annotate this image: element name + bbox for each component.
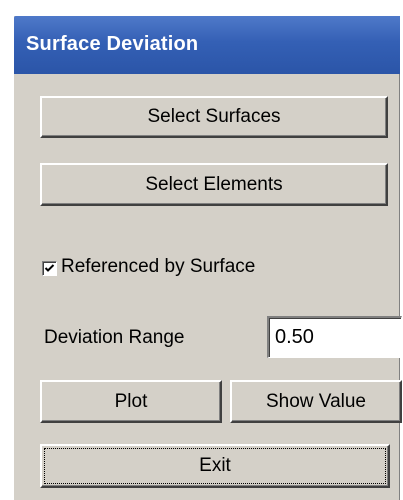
select-surfaces-button[interactable]: Select Surfaces [40,96,388,138]
referenced-by-surface-checkbox[interactable] [42,260,57,276]
select-elements-button[interactable]: Select Elements [40,163,388,206]
surface-deviation-dialog: Surface Deviation Select Surfaces Select… [12,16,402,500]
title-bar[interactable]: Surface Deviation [14,16,400,74]
checkmark-icon [44,263,55,272]
referenced-by-surface-label: Referenced by Surface [61,256,256,277]
show-value-button[interactable]: Show Value [230,380,402,423]
deviation-range-label: Deviation Range [44,327,185,348]
window-title: Surface Deviation [26,33,199,55]
referenced-by-surface-option[interactable] [42,256,57,280]
exit-button[interactable]: Exit [40,444,390,488]
plot-button[interactable]: Plot [40,380,222,423]
deviation-range-input[interactable]: 0.50 [267,316,402,358]
